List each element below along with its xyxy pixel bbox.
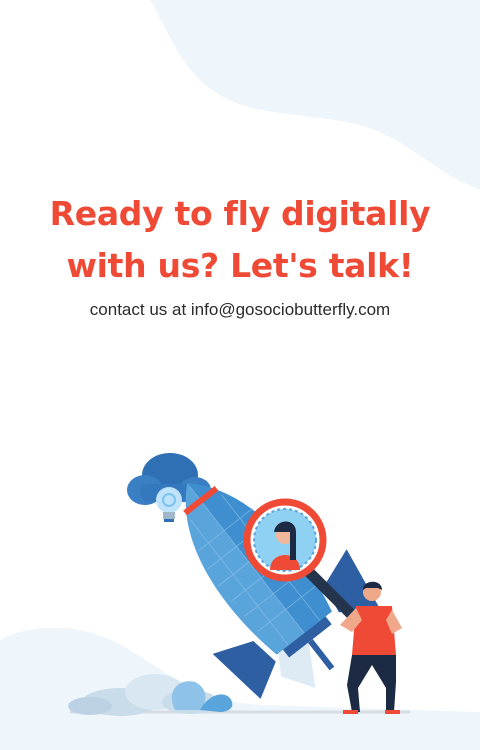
headline-line-2: with us? Let's talk!: [66, 246, 414, 285]
plant-icon: [171, 681, 233, 712]
rocket-illustration: [68, 453, 410, 716]
headline-line-1: Ready to fly digitally: [49, 194, 431, 233]
contact-email-link[interactable]: info@gosociobutterfly.com: [191, 300, 390, 319]
contact-prefix: contact us at: [89, 300, 191, 319]
contact-line: contact us at info@gosociobutterfly.com: [0, 300, 480, 320]
page-headline: Ready to fly digitally with us? Let's ta…: [0, 188, 480, 292]
lightbulb-icon: [156, 487, 182, 522]
